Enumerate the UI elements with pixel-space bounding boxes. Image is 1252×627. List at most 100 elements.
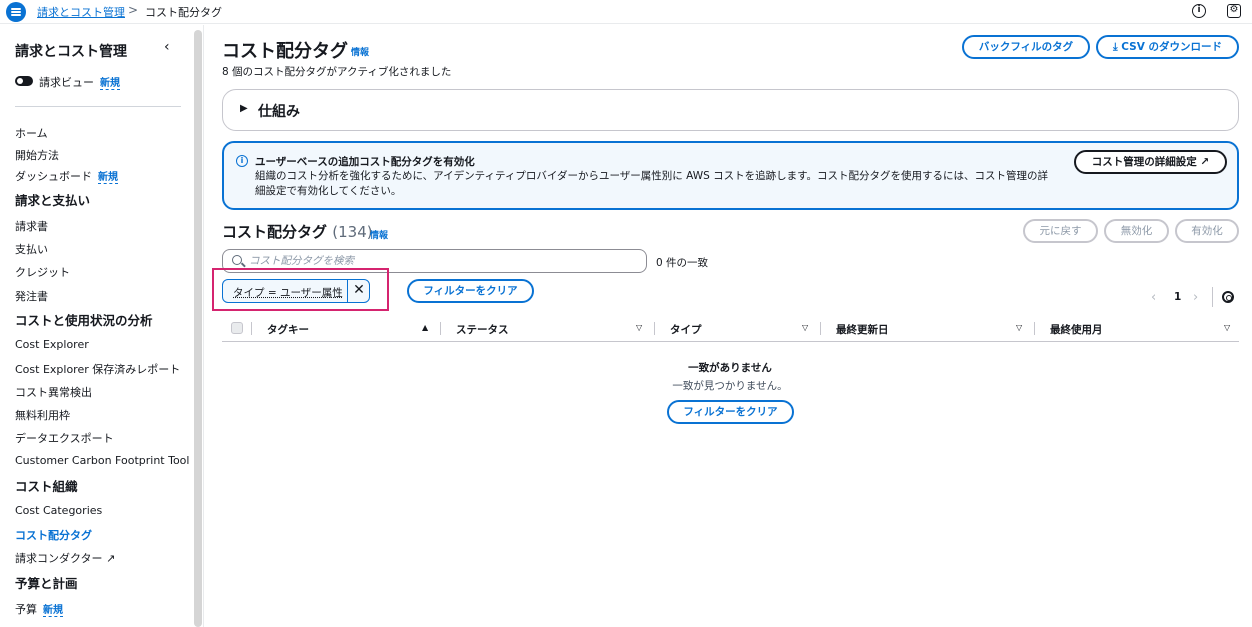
sidebar-section-budgets: 予算と計画: [15, 576, 78, 591]
sidebar-item-dashboard[interactable]: ダッシュボード 新規: [15, 168, 118, 184]
info-alert: i ユーザーベースの追加コスト配分タグを有効化 組織のコスト分析を強化するために…: [222, 141, 1239, 210]
sidebar-item-cost-explorer[interactable]: Cost Explorer: [15, 338, 89, 351]
empty-state-title: 一致がありません: [688, 362, 772, 374]
revert-button[interactable]: 元に戻す: [1023, 219, 1098, 243]
csv-download-button[interactable]: ⤓ CSV のダウンロード: [1096, 35, 1239, 59]
column-header-last-updated[interactable]: 最終更新日: [836, 322, 889, 337]
select-all-checkbox[interactable]: [231, 322, 243, 334]
sidebar-item-cost-categories[interactable]: Cost Categories: [15, 504, 102, 517]
sidebar-item-label: 予算: [15, 603, 37, 616]
breadcrumb-current: コスト配分タグ: [145, 6, 222, 19]
column-header-status[interactable]: ステータス: [456, 322, 509, 337]
column-header-tag-key[interactable]: タグキー: [267, 322, 309, 337]
sidebar-item-billing-conductor[interactable]: 請求コンダクター ↗: [15, 550, 115, 566]
sidebar-item-credits[interactable]: クレジット: [15, 264, 70, 280]
sidebar-item-budgets[interactable]: 予算 新規: [15, 601, 63, 617]
activate-button[interactable]: 有効化: [1175, 219, 1239, 243]
remove-filter-icon[interactable]: ✕: [347, 280, 370, 302]
column-divider: [654, 322, 655, 335]
table-header: タグキー ▲ ステータス ▽ タイプ ▽ 最終更新日 ▽ 最終使用月 ▽: [222, 316, 1239, 342]
sort-ascending-icon[interactable]: ▲: [422, 323, 428, 332]
sidebar-item-home[interactable]: ホーム: [15, 125, 48, 141]
billing-view-label: 請求ビュー 新規: [39, 74, 120, 90]
sidebar-title: 請求とコスト管理: [15, 44, 127, 60]
menu-icon[interactable]: [6, 2, 26, 22]
next-page-icon[interactable]: ›: [1193, 290, 1198, 305]
sidebar-divider: [15, 106, 181, 107]
sidebar: 請求とコスト管理 ‹ 請求ビュー 新規 ホーム 開始方法 ダッシュボード 新規 請求…: [0, 25, 192, 627]
search-icon: [232, 255, 242, 265]
match-count: 0 件の一致: [656, 257, 709, 269]
page-number[interactable]: 1: [1174, 291, 1181, 303]
expander-title: 仕組み: [258, 104, 300, 120]
sidebar-item-anomaly-detection[interactable]: コスト異常検出: [15, 384, 92, 400]
column-divider: [251, 322, 252, 335]
sidebar-item-label: 請求コンダクター: [15, 552, 103, 565]
backfill-tags-button[interactable]: バックフィルのタグ: [962, 35, 1090, 59]
breadcrumb-parent-link[interactable]: 請求とコスト管理: [37, 4, 125, 20]
filter-token-label: タイプ = ユーザー属性: [233, 287, 343, 299]
empty-state-subtitle: 一致が見つかりません。: [672, 380, 788, 392]
deactivate-button[interactable]: 無効化: [1104, 219, 1169, 243]
sidebar-scrollbar[interactable]: [194, 30, 202, 627]
preferences-button-label: コスト管理の詳細設定: [1091, 156, 1197, 168]
sort-icon[interactable]: ▽: [802, 323, 808, 332]
breadcrumb-separator-icon: >: [128, 3, 139, 17]
sidebar-item-data-exports[interactable]: データエクスポート: [15, 430, 114, 446]
how-it-works-expander[interactable]: ▶ 仕組み: [222, 89, 1239, 131]
sidebar-item-purchase-orders[interactable]: 発注書: [15, 288, 48, 304]
sidebar-item-cost-allocation-tags[interactable]: コスト配分タグ: [15, 527, 92, 543]
sidebar-section-analysis: コストと使用状況の分析: [15, 313, 153, 328]
sidebar-item-getting-started[interactable]: 開始方法: [15, 147, 59, 163]
page-subtitle: 8 個のコスト配分タグがアクティブ化されました: [222, 66, 452, 78]
billing-view-text: 請求ビュー: [39, 76, 94, 89]
sidebar-item-label: ダッシュボード: [15, 170, 92, 183]
column-header-last-used-month[interactable]: 最終使用月: [1050, 322, 1103, 337]
sort-icon[interactable]: ▽: [1016, 323, 1022, 332]
new-badge: 新規: [98, 172, 118, 184]
cost-management-preferences-button[interactable]: コスト管理の詳細設定 ↗: [1074, 150, 1227, 174]
sort-icon[interactable]: ▽: [1224, 323, 1230, 332]
new-badge: 新規: [43, 605, 63, 617]
external-link-icon: ↗: [106, 552, 116, 565]
sidebar-item-payments[interactable]: 支払い: [15, 241, 48, 257]
table-info-link[interactable]: 情報: [370, 228, 388, 241]
sidebar-section-cost-organization: コスト組織: [15, 479, 78, 494]
collapse-sidebar-icon[interactable]: ‹: [164, 39, 170, 55]
settings-icon[interactable]: ⚙: [1227, 4, 1241, 18]
external-link-icon: ↗: [1200, 156, 1210, 168]
billing-view-toggle[interactable]: [15, 76, 33, 86]
column-header-type[interactable]: タイプ: [670, 322, 702, 337]
csv-download-label: CSV のダウンロード: [1121, 41, 1223, 53]
sidebar-item-free-tier[interactable]: 無料利用枠: [15, 407, 70, 423]
sidebar-item-bills[interactable]: 請求書: [15, 218, 48, 234]
sidebar-border: [203, 25, 204, 627]
info-icon[interactable]: i: [1192, 4, 1206, 18]
column-divider: [440, 322, 441, 335]
new-badge: 新規: [100, 78, 120, 90]
info-icon: i: [236, 155, 248, 167]
sort-icon[interactable]: ▽: [636, 323, 642, 332]
alert-body: 組織のコスト分析を強化するために、アイデンティティプロバイダーからユーザー属性別…: [255, 170, 1049, 197]
sidebar-item-saved-reports[interactable]: Cost Explorer 保存済みレポート: [15, 361, 180, 377]
table-title-text: コスト配分タグ: [222, 223, 328, 241]
sidebar-section-billing: 請求と支払い: [15, 193, 91, 208]
table-preferences-icon[interactable]: [1222, 291, 1234, 303]
alert-title: ユーザーベースの追加コスト配分タグを有効化: [255, 156, 475, 168]
table-title: コスト配分タグ (134): [222, 221, 373, 242]
column-divider: [1034, 322, 1035, 335]
caret-right-icon: ▶: [240, 103, 248, 114]
tag-search-input[interactable]: [249, 253, 639, 269]
download-icon: ⤓: [1112, 41, 1118, 53]
filter-token[interactable]: タイプ = ユーザー属性 ✕: [222, 279, 370, 303]
pager-divider: [1212, 287, 1213, 307]
sidebar-item-carbon-footprint[interactable]: Customer Carbon Footprint Tool: [15, 454, 189, 467]
column-divider: [820, 322, 821, 335]
previous-page-icon[interactable]: ‹: [1151, 290, 1156, 305]
top-bar: 請求とコスト管理 > コスト配分タグ i ⚙: [0, 0, 1252, 24]
clear-filters-button[interactable]: フィルターをクリア: [407, 279, 534, 303]
table-count: (134): [332, 223, 373, 241]
title-info-link[interactable]: 情報: [351, 45, 369, 58]
page-title: コスト配分タグ: [222, 41, 348, 62]
empty-clear-filters-button[interactable]: フィルターをクリア: [667, 400, 794, 424]
